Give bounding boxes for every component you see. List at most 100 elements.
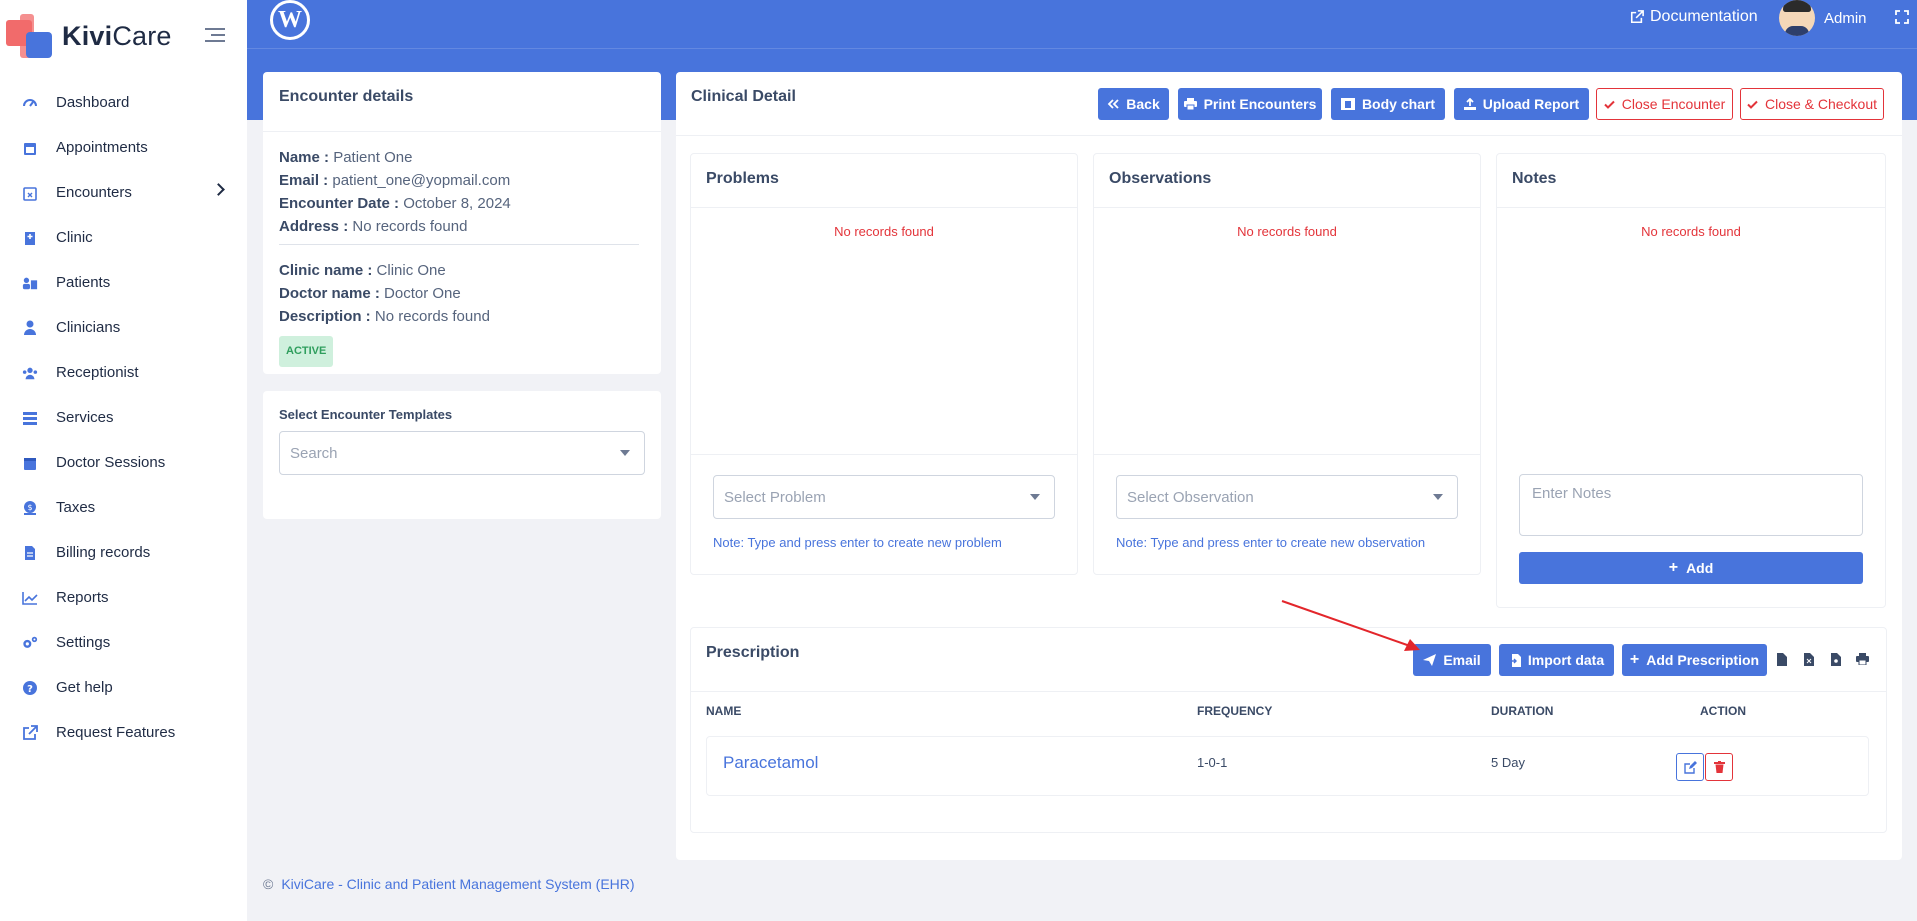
encounter-date-row: Encounter Date : October 8, 2024 [279, 195, 511, 212]
back-button[interactable]: Back [1098, 88, 1169, 120]
svg-text:$: $ [27, 503, 32, 512]
sidebar-item-get-help[interactable]: ? Get help [0, 665, 247, 710]
add-note-button[interactable]: + Add [1519, 552, 1863, 584]
copyright-symbol: © [263, 876, 274, 892]
user-name[interactable]: Admin [1824, 10, 1867, 27]
check-icon [1604, 100, 1615, 109]
sidebar-item-label: Clinic [56, 229, 93, 246]
calendar-x-icon [22, 185, 38, 201]
sidebar-nav: Dashboard Appointments Encounters Clinic… [0, 80, 247, 755]
prescription-title: Prescription [706, 644, 800, 661]
search-placeholder: Search [290, 444, 338, 462]
divider [279, 244, 639, 245]
prescription-panel: Prescription Email Import data + Add Pre… [690, 627, 1887, 833]
sidebar-item-encounters[interactable]: Encounters [0, 170, 247, 215]
notes-textarea[interactable]: Enter Notes [1519, 474, 1863, 536]
column-header-name: NAME [706, 704, 742, 718]
sidebar-item-label: Request Features [56, 724, 176, 741]
angles-left-icon [1107, 99, 1119, 109]
file-csv-icon[interactable] [1777, 653, 1787, 666]
trash-icon [1713, 761, 1725, 773]
app: KiviCare Dashboard Appointments Encounte… [0, 0, 1917, 921]
notes-empty-text: No records found [1641, 224, 1741, 239]
paper-plane-icon [1423, 654, 1437, 666]
sidebar-item-services[interactable]: Services [0, 395, 247, 440]
encounter-template-search[interactable]: Search [279, 431, 645, 475]
list-icon [22, 410, 38, 426]
calendar-icon [22, 455, 38, 471]
plus-icon: + [1668, 559, 1679, 576]
sidebar-item-settings[interactable]: Settings [0, 620, 247, 665]
file-excel-icon[interactable] [1804, 653, 1814, 666]
users-icon [22, 365, 38, 381]
column-header-action: ACTION [1700, 704, 1746, 718]
problems-empty-text: No records found [834, 224, 934, 239]
clinical-detail-header: Clinical Detail Back Print Encounters Bo… [676, 72, 1902, 136]
file-invoice-icon [22, 545, 38, 561]
close-checkout-button[interactable]: Close & Checkout [1740, 88, 1884, 120]
encounter-templates-label: Select Encounter Templates [279, 407, 453, 422]
close-encounter-button[interactable]: Close Encounter [1596, 88, 1733, 120]
add-prescription-button[interactable]: + Add Prescription [1622, 644, 1767, 676]
sidebar-item-receptionist[interactable]: Receptionist [0, 350, 247, 395]
sidebar-item-request-features[interactable]: Request Features [0, 710, 247, 755]
question-circle-icon: ? [22, 680, 38, 696]
money-icon: $ [22, 500, 38, 516]
delete-prescription-button[interactable] [1705, 753, 1733, 781]
body-chart-button[interactable]: Body chart [1331, 88, 1445, 120]
sidebar-item-patients[interactable]: Patients [0, 260, 247, 305]
patient-name-row: Name : Patient One [279, 149, 413, 166]
sidebar-item-billing-records[interactable]: Billing records [0, 530, 247, 575]
calendar-icon [22, 140, 38, 156]
sidebar-item-dashboard[interactable]: Dashboard [0, 80, 247, 125]
avatar[interactable] [1779, 0, 1815, 36]
external-link-icon [22, 724, 38, 741]
sidebar-item-label: Taxes [56, 499, 96, 516]
hospital-icon [22, 230, 38, 246]
sidebar-item-label: Patients [56, 274, 111, 291]
sidebar-item-clinicians[interactable]: Clinicians [0, 305, 247, 350]
chevron-right-icon [212, 183, 225, 196]
doctor-icon [22, 320, 38, 336]
clinical-detail-card: Clinical Detail Back Print Encounters Bo… [676, 72, 1902, 860]
sidebar-item-reports[interactable]: Reports [0, 575, 247, 620]
sidebar-item-label: Clinicians [56, 319, 121, 336]
sidebar-item-label: Receptionist [56, 364, 139, 381]
brand-name: KiviCare [62, 20, 172, 51]
edit-prescription-button[interactable] [1676, 753, 1704, 781]
upload-report-button[interactable]: Upload Report [1454, 88, 1589, 120]
sidebar-item-taxes[interactable]: $ Taxes [0, 485, 247, 530]
clinic-name-row: Clinic name : Clinic One [279, 262, 446, 279]
encounter-details-title: Encounter details [279, 88, 414, 105]
file-import-icon [1508, 653, 1521, 667]
fullscreen-icon[interactable] [1895, 10, 1909, 24]
documentation-label: Documentation [1650, 8, 1758, 25]
medicine-name[interactable]: Paracetamol [723, 753, 818, 773]
print-icon[interactable] [1856, 653, 1869, 665]
brand: KiviCare [0, 0, 247, 72]
print-encounters-button[interactable]: Print Encounters [1178, 88, 1322, 120]
patients-icon [22, 275, 38, 291]
sidebar-item-label: Reports [56, 589, 109, 606]
footer-text[interactable]: KiviCare - Clinic and Patient Management… [281, 876, 634, 892]
sidebar-item-doctor-sessions[interactable]: Doctor Sessions [0, 440, 247, 485]
body-chart-icon [1340, 98, 1355, 110]
import-data-button[interactable]: Import data [1499, 644, 1614, 676]
file-pdf-icon[interactable] [1831, 653, 1841, 666]
caret-down-icon [620, 450, 630, 456]
encounter-details-card: Encounter details Name : Patient One Ema… [263, 72, 661, 374]
menu-toggle-icon[interactable] [205, 28, 225, 42]
gears-icon [22, 635, 38, 651]
select-problem-dropdown[interactable]: Select Problem [713, 475, 1055, 519]
wordpress-logo-icon[interactable]: W [270, 0, 310, 40]
sidebar-item-clinic[interactable]: Clinic [0, 215, 247, 260]
select-observation-dropdown[interactable]: Select Observation [1116, 475, 1458, 519]
problems-note: Note: Type and press enter to create new… [713, 535, 1002, 550]
edit-icon [1683, 760, 1697, 774]
plus-icon: + [1629, 651, 1640, 668]
kivicare-logo-icon [6, 12, 54, 60]
documentation-link[interactable]: Documentation [1630, 8, 1758, 26]
notes-panel: Notes No records found Enter Notes + Add [1496, 153, 1886, 608]
sidebar-item-appointments[interactable]: Appointments [0, 125, 247, 170]
problems-panel: Problems No records found Select Problem… [690, 153, 1078, 575]
